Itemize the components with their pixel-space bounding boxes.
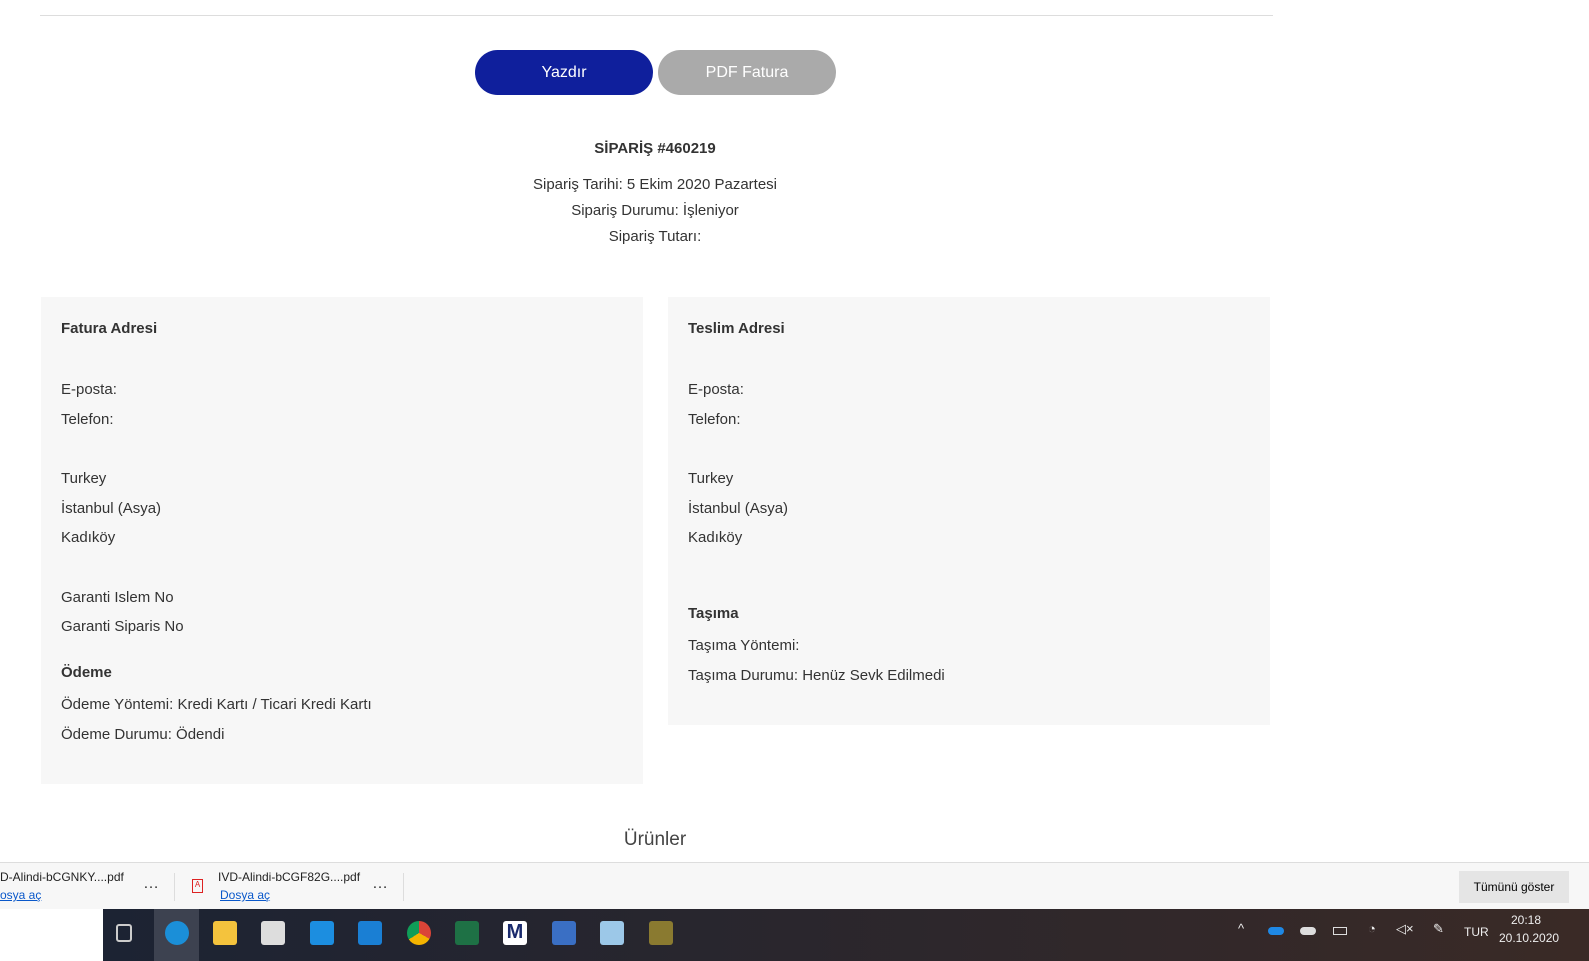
pen-icon[interactable]: ✎ (1433, 921, 1444, 937)
ship-title: Taşıma (688, 605, 739, 622)
print-button[interactable]: Yazdır (475, 50, 653, 95)
app-icon[interactable] (649, 921, 673, 945)
wifi-icon[interactable]: ◔ (1368, 921, 1376, 936)
chevron-up-icon[interactable]: ^ (1238, 921, 1244, 936)
volume-muted-icon[interactable]: ◁× (1396, 921, 1414, 937)
garanti-siparis: Garanti Siparis No (61, 618, 184, 635)
order-status: Sipariş Durumu: İşleniyor (571, 202, 739, 219)
edge-icon[interactable] (165, 921, 189, 945)
clock-date[interactable]: 20.10.2020 (1499, 931, 1559, 945)
garanti-islem: Garanti Islem No (61, 589, 174, 606)
chrome-icon[interactable] (407, 921, 431, 945)
billing-country: Turkey (61, 470, 107, 487)
taskbar: M ^ ◔ ◁× ✎ TUR 20:18 20.10.2020 (103, 909, 1589, 961)
onedrive-icon[interactable] (1268, 927, 1284, 935)
more-options-button[interactable]: … (372, 875, 388, 893)
language-indicator[interactable]: TUR (1464, 925, 1489, 939)
open-file-link[interactable]: osya aç (0, 888, 41, 902)
payment-title: Ödeme (61, 664, 112, 681)
m-app-icon[interactable]: M (503, 921, 527, 945)
shipping-phone: Telefon: (688, 411, 741, 428)
order-date: Sipariş Tarihi: 5 Ekim 2020 Pazartesi (533, 176, 777, 193)
separator (403, 873, 404, 901)
file-explorer-icon[interactable] (213, 921, 237, 945)
task-view-icon[interactable] (116, 924, 132, 942)
notepad-icon[interactable] (600, 921, 624, 945)
download-name: D-Alindi-bCGNKY....pdf (0, 870, 124, 884)
order-title: SİPARİŞ #460219 (594, 140, 716, 157)
billing-address-card: Fatura Adresi E-posta: Telefon: Turkey İ… (41, 297, 643, 784)
store-icon[interactable] (261, 921, 285, 945)
shipping-city: İstanbul (Asya) (688, 500, 789, 517)
separator (174, 873, 175, 901)
billing-email: E-posta: (61, 381, 117, 398)
billing-title: Fatura Adresi (61, 320, 158, 337)
cloud-icon[interactable] (1300, 927, 1316, 935)
shipping-country: Turkey (688, 470, 734, 487)
remote-desktop-icon[interactable] (552, 921, 576, 945)
mail-icon[interactable] (358, 921, 382, 945)
l-app-icon[interactable] (310, 921, 334, 945)
payment-method: Ödeme Yöntemi: Kredi Kartı / Ticari Kred… (61, 696, 372, 713)
show-all-button[interactable]: Tümünü göster (1459, 871, 1569, 903)
pdf-icon: A (192, 879, 203, 893)
shipping-title: Teslim Adresi (688, 320, 785, 337)
order-total: Sipariş Tutarı: (608, 228, 702, 245)
shipping-email: E-posta: (688, 381, 744, 398)
pdf-invoice-button[interactable]: PDF Fatura (658, 50, 836, 95)
billing-city: İstanbul (Asya) (61, 500, 162, 517)
open-file-link[interactable]: Dosya aç (220, 888, 270, 902)
ship-status: Taşıma Durumu: Henüz Sevk Edilmedi (688, 667, 945, 684)
download-bar: D-Alindi-bCGNKY....pdf osya aç … A IVD-A… (0, 862, 1589, 909)
more-options-button[interactable]: … (143, 875, 159, 893)
billing-district: Kadıköy (61, 529, 116, 546)
shipping-address-card: Teslim Adresi E-posta: Telefon: Turkey İ… (668, 297, 1270, 725)
excel-icon[interactable] (455, 921, 479, 945)
shipping-district: Kadıköy (688, 529, 743, 546)
battery-icon[interactable] (1333, 927, 1347, 935)
payment-status: Ödeme Durumu: Ödendi (61, 726, 225, 743)
clock-time[interactable]: 20:18 (1511, 913, 1541, 927)
ship-method: Taşıma Yöntemi: (688, 637, 800, 654)
divider (40, 15, 1273, 16)
billing-phone: Telefon: (61, 411, 114, 428)
download-name: IVD-Alindi-bCGF82G....pdf (218, 870, 361, 884)
products-title: Ürünler (623, 829, 687, 850)
